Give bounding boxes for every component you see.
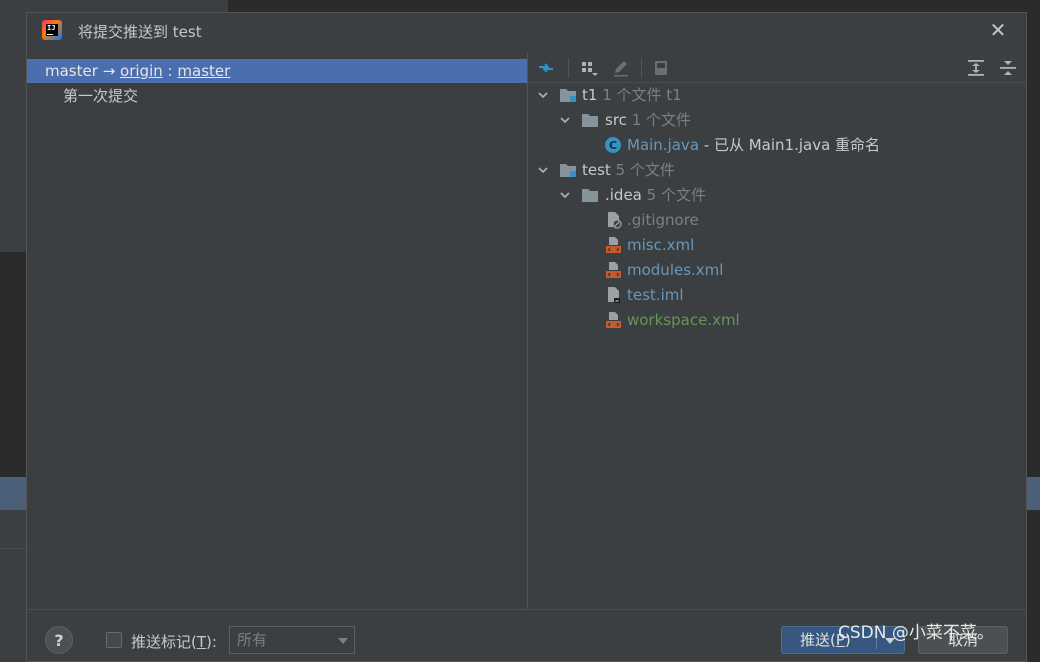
changes-toolbar bbox=[528, 53, 1026, 83]
tree-label: .idea bbox=[605, 186, 642, 204]
push-tags-checkbox[interactable] bbox=[106, 632, 122, 648]
tree-node-src[interactable]: src 1 个文件 bbox=[528, 108, 1026, 133]
module-folder-icon bbox=[560, 164, 576, 177]
ide-background-right-selection bbox=[1027, 477, 1040, 510]
tree-node-misc-xml[interactable]: misc.xml bbox=[528, 233, 1026, 258]
commits-pane: master → origin : master 第一次提交 bbox=[27, 59, 527, 607]
tree-node-idea[interactable]: .idea 5 个文件 bbox=[528, 183, 1026, 208]
tree-label: modules.xml bbox=[627, 261, 724, 279]
xml-file-icon bbox=[606, 237, 621, 253]
tree-label: t1 bbox=[582, 86, 598, 104]
xml-file-icon bbox=[606, 262, 621, 278]
chevron-down-icon[interactable] bbox=[559, 189, 571, 201]
chevron-down-icon[interactable] bbox=[559, 114, 571, 126]
label-text: 推送标记( bbox=[131, 633, 197, 651]
folder-icon bbox=[582, 114, 598, 127]
intellij-logo-icon: IJ bbox=[42, 20, 62, 40]
branch-row[interactable]: master → origin : master bbox=[27, 59, 527, 83]
tree-node-gitignore[interactable]: .gitignore bbox=[528, 208, 1026, 233]
tags-select[interactable]: 所有 bbox=[229, 626, 355, 654]
push-commits-dialog: IJ 将提交推送到 test ✕ master → origin : maste… bbox=[26, 12, 1027, 662]
ide-background-selection bbox=[0, 477, 26, 510]
file-count: 1 个文件 t1 bbox=[602, 86, 682, 104]
diff-icon[interactable] bbox=[536, 58, 556, 78]
close-icon[interactable]: ✕ bbox=[987, 19, 1009, 41]
dialog-title: 将提交推送到 test bbox=[78, 23, 202, 41]
ignore-file-icon bbox=[608, 212, 622, 229]
tree-label: .gitignore bbox=[627, 211, 699, 229]
iml-file-icon bbox=[608, 287, 620, 303]
tree-label: workspace.xml bbox=[627, 311, 740, 329]
help-button[interactable]: ? bbox=[45, 626, 73, 654]
file-count: 5 个文件 bbox=[615, 161, 675, 179]
folder-icon bbox=[582, 189, 598, 202]
tree-label: test bbox=[582, 161, 611, 179]
edit-icon[interactable] bbox=[611, 58, 631, 78]
tree-label: test.iml bbox=[627, 286, 684, 304]
local-branch: master bbox=[45, 62, 98, 80]
label-text: 推送( bbox=[800, 631, 836, 649]
chevron-down-icon[interactable] bbox=[537, 164, 549, 176]
ide-background-divider bbox=[0, 548, 26, 549]
label-text: ): bbox=[206, 633, 217, 651]
remote-branch-link[interactable]: master bbox=[177, 62, 230, 80]
collapse-all-icon[interactable] bbox=[998, 58, 1018, 78]
chevron-down-icon[interactable] bbox=[537, 89, 549, 101]
tree-node-workspace-xml[interactable]: workspace.xml bbox=[528, 308, 1026, 333]
branch-separator: : bbox=[167, 62, 173, 80]
dropdown-arrow-icon bbox=[338, 638, 348, 644]
ide-background-right bbox=[1027, 0, 1040, 662]
changes-pane: t1 1 个文件 t1 src 1 个文件 C Main.java - 已从 M… bbox=[528, 53, 1026, 609]
arrow-icon: → bbox=[102, 62, 116, 80]
ide-background-editor bbox=[228, 0, 1040, 12]
rename-note: - 已从 Main1.java 重命名 bbox=[699, 136, 881, 154]
commit-item[interactable]: 第一次提交 bbox=[63, 85, 138, 107]
select-value: 所有 bbox=[237, 631, 268, 649]
tree-label: src bbox=[605, 111, 627, 129]
file-count: 5 个文件 bbox=[646, 186, 706, 204]
xml-file-icon bbox=[606, 312, 621, 328]
svg-text:C: C bbox=[609, 139, 617, 152]
file-count: 1 个文件 bbox=[631, 111, 691, 129]
save-icon[interactable] bbox=[651, 58, 671, 78]
watermark: CSDN @小菜不菜。 bbox=[838, 623, 994, 643]
expand-all-icon[interactable] bbox=[966, 58, 986, 78]
module-folder-icon bbox=[560, 89, 576, 102]
toolbar-separator bbox=[568, 58, 569, 78]
tree-node-t1[interactable]: t1 1 个文件 t1 bbox=[528, 83, 1026, 108]
toolbar-separator bbox=[641, 58, 642, 78]
tree-label: Main.java bbox=[627, 136, 700, 154]
tree-node-test[interactable]: test 5 个文件 bbox=[528, 158, 1026, 183]
tree-node-modules-xml[interactable]: modules.xml bbox=[528, 258, 1026, 283]
push-tags-label[interactable]: 推送标记(T): bbox=[131, 631, 217, 652]
group-by-icon[interactable] bbox=[579, 58, 599, 78]
ide-background-left-panel bbox=[0, 252, 26, 477]
tree-node-main-java[interactable]: C Main.java - 已从 Main1.java 重命名 bbox=[528, 133, 1026, 158]
tree-node-test-iml[interactable]: test.iml bbox=[528, 283, 1026, 308]
tree-label: misc.xml bbox=[627, 236, 695, 254]
remote-link[interactable]: origin bbox=[120, 62, 163, 80]
java-class-icon: C bbox=[605, 137, 621, 153]
mnemonic: T bbox=[196, 633, 207, 651]
